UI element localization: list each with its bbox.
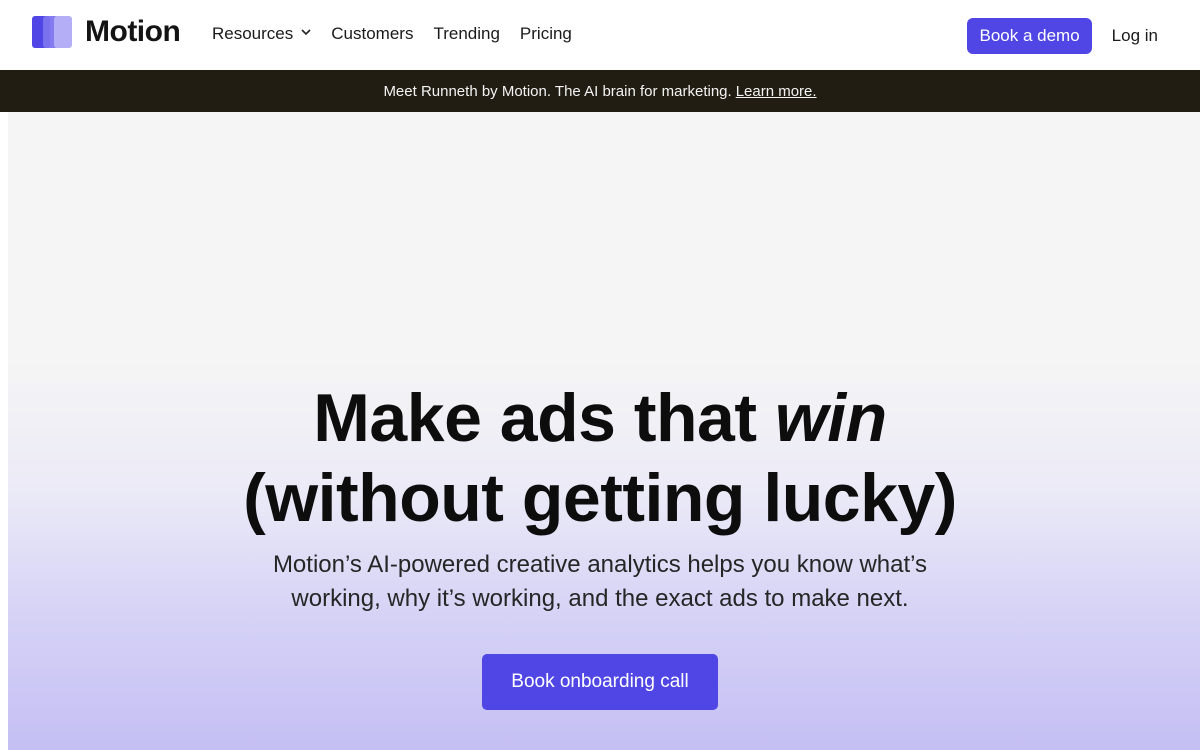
motion-logo-icon	[32, 14, 76, 50]
nav-link-label: Resources	[212, 24, 294, 43]
brand-logo[interactable]: Motion	[32, 14, 181, 50]
nav-link-customers[interactable]: Customers	[331, 24, 413, 44]
hero-headline: Make ads that win (without getting lucky…	[8, 378, 1192, 538]
headline-part1: Make ads that	[313, 380, 775, 456]
subhead-line2: working, why it’s working, and the exact…	[291, 585, 909, 612]
announcement-text: Meet Runneth by Motion. The AI brain for…	[383, 82, 732, 100]
chevron-down-icon	[301, 27, 311, 39]
nav-actions: Book a demo Log in	[967, 18, 1158, 54]
login-link[interactable]: Log in	[1112, 26, 1158, 46]
announcement-bar: Meet Runneth by Motion. The AI brain for…	[0, 70, 1200, 112]
nav-links: Resources Customers Trending Pricing	[212, 24, 592, 44]
learn-more-link[interactable]: Learn more.	[736, 83, 817, 100]
top-nav: Motion Resources Customers Trending Pric…	[0, 0, 1200, 70]
subhead-line1: Motion’s AI-powered creative analytics h…	[272, 551, 928, 578]
nav-link-trending[interactable]: Trending	[433, 24, 499, 44]
brand-name: Motion	[85, 15, 181, 48]
hero-subheading: Motion’s AI-powered creative analytics h…	[8, 548, 1192, 616]
book-demo-button[interactable]: Book a demo	[967, 18, 1092, 54]
nav-link-pricing[interactable]: Pricing	[520, 24, 572, 44]
nav-link-resources[interactable]: Resources	[212, 24, 311, 44]
book-onboarding-call-button[interactable]: Book onboarding call	[482, 654, 718, 710]
headline-emphasis: win	[774, 380, 887, 456]
hero-section: Make ads that win (without getting lucky…	[8, 112, 1200, 750]
headline-line2: (without getting lucky)	[243, 460, 957, 536]
